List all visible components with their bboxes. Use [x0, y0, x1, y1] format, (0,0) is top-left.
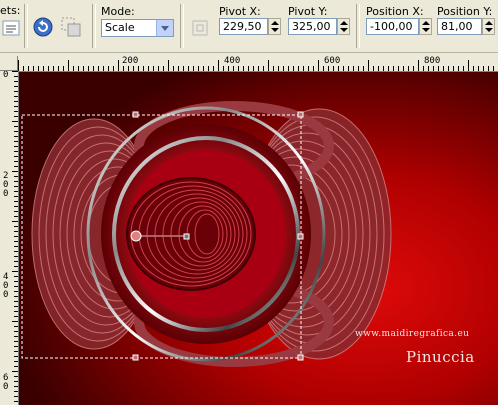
ruler-label: 4 0 0	[3, 272, 9, 300]
rotation-handle[interactable]	[183, 233, 190, 240]
watermark-url: www.maidiregrafica.eu	[355, 329, 470, 339]
watermark-name: Pinuccia	[406, 348, 475, 366]
position-x-label: Position X:	[366, 5, 424, 18]
transform-handle[interactable]	[297, 354, 304, 361]
pivot-y-field[interactable]: 325,00	[288, 18, 337, 35]
presets-dropdown-icon[interactable]	[2, 18, 24, 40]
ruler-corner	[0, 56, 18, 71]
toolbar-separator	[92, 4, 96, 48]
ruler-label: 6 0	[3, 373, 9, 392]
ruler-label: 400	[224, 56, 241, 66]
apply-icon[interactable]	[60, 16, 82, 38]
mode-value: Scale	[105, 21, 135, 34]
tool-options-toolbar: ets: Mode: Scale Pivot X: 229,50 Pivot Y…	[0, 0, 498, 53]
ruler-label: 600	[324, 56, 341, 66]
transform-handle[interactable]	[297, 111, 304, 118]
toolbar-separator	[356, 4, 360, 48]
chevron-down-icon[interactable]	[156, 20, 173, 36]
ruler-label: 2 0 0	[3, 171, 9, 199]
pivot-x-label: Pivot X:	[219, 5, 261, 18]
pivot-y-stepper[interactable]	[337, 18, 350, 35]
toolbar-separator	[180, 4, 184, 48]
mode-select[interactable]: Scale	[101, 19, 174, 37]
position-y-label: Position Y:	[437, 5, 493, 18]
position-x-stepper[interactable]	[419, 18, 432, 35]
horizontal-ruler[interactable]: 200 400 600 800	[18, 56, 498, 72]
pivot-point[interactable]	[130, 230, 142, 242]
vertical-ruler[interactable]: 0 2 0 0 4 0 0 6 0	[0, 71, 19, 405]
pivot-x-field[interactable]: 229,50	[219, 18, 268, 35]
transform-handle[interactable]	[297, 233, 304, 240]
presets-label: ets:	[0, 4, 21, 17]
ruler-label: 200	[122, 56, 139, 66]
ruler-label: 800	[424, 56, 441, 66]
position-y-stepper[interactable]	[482, 18, 495, 35]
transform-handle[interactable]	[132, 354, 139, 361]
pivot-icon[interactable]	[189, 17, 211, 39]
transform-handle[interactable]	[132, 111, 139, 118]
ruler-label: 0	[3, 71, 9, 80]
position-x-field[interactable]: -100,00	[366, 18, 419, 35]
pivot-x-stepper[interactable]	[268, 18, 281, 35]
toolbar-separator	[24, 4, 28, 48]
pivot-y-label: Pivot Y:	[288, 5, 328, 18]
image-canvas[interactable]: Pinuccia www.maidiregrafica.eu	[19, 72, 498, 405]
position-y-field[interactable]: 81,00	[437, 18, 482, 35]
mode-label: Mode:	[101, 5, 135, 18]
reset-icon[interactable]	[32, 16, 54, 38]
